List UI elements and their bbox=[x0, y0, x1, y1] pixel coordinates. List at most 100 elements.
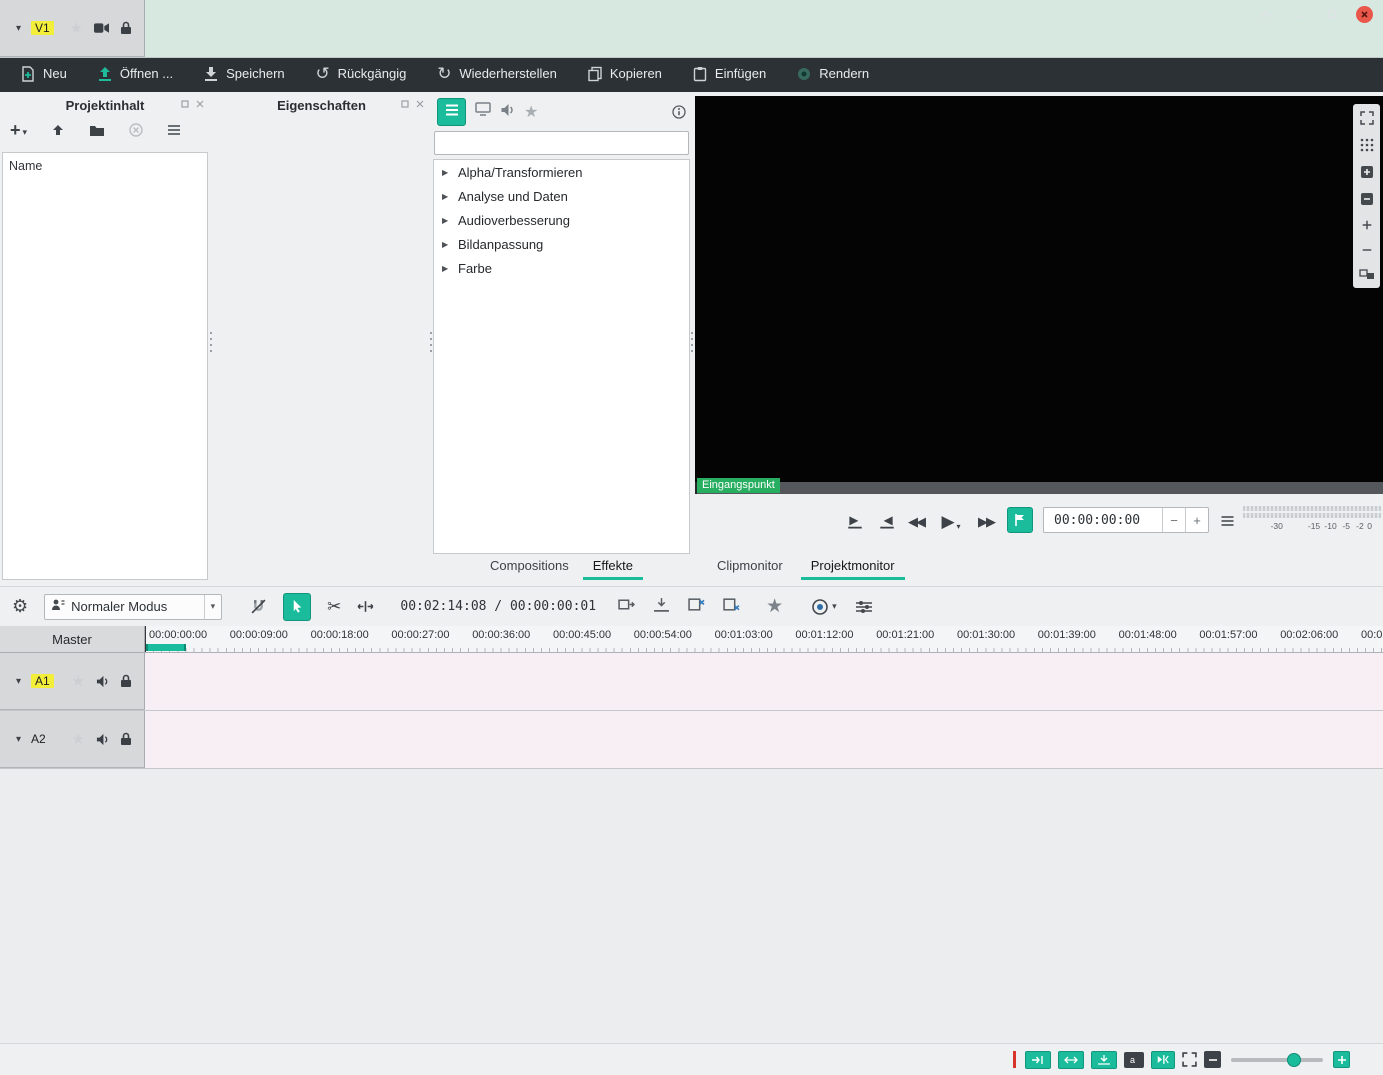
zoom-out-icon[interactable] bbox=[1361, 244, 1373, 256]
expand-icon[interactable]: ▶ bbox=[442, 168, 454, 177]
speaker-icon[interactable] bbox=[96, 675, 109, 688]
expand-icon[interactable]: ▶ bbox=[442, 216, 454, 225]
timecode-decrement-button[interactable]: − bbox=[1162, 508, 1185, 532]
float-panel-icon[interactable] bbox=[181, 100, 189, 108]
timeline-mode-overwrite-button[interactable] bbox=[1058, 1051, 1084, 1069]
timeline-zone-bar[interactable] bbox=[146, 644, 186, 651]
favorite-effects-star-icon[interactable]: ★ bbox=[766, 595, 783, 618]
create-folder-icon[interactable] bbox=[89, 124, 105, 137]
adjust-sliders-icon[interactable] bbox=[855, 600, 873, 614]
zoom-slider[interactable] bbox=[1231, 1052, 1323, 1068]
effect-category[interactable]: ▶Analyse und Daten bbox=[434, 184, 689, 208]
effect-category[interactable]: ▶Bildanpassung bbox=[434, 232, 689, 256]
forward-icon[interactable]: ▶▶ bbox=[971, 510, 1001, 534]
select-tool-button[interactable] bbox=[283, 593, 311, 621]
effect-info-icon[interactable] bbox=[672, 105, 686, 119]
zoom-out-button[interactable] bbox=[1204, 1051, 1221, 1068]
render-button[interactable]: Rendern bbox=[784, 60, 881, 88]
undo-button[interactable]: ↺ Rückgängig bbox=[303, 60, 419, 88]
show-all-effects-button[interactable] bbox=[437, 98, 466, 126]
extract-zone-icon[interactable] bbox=[688, 597, 705, 617]
audio-effects-icon[interactable] bbox=[500, 103, 515, 122]
panel-splitter[interactable] bbox=[210, 332, 212, 334]
speaker-icon[interactable] bbox=[96, 733, 109, 746]
close-panel-icon[interactable] bbox=[196, 100, 204, 108]
video-effects-icon[interactable] bbox=[475, 102, 491, 122]
play-button[interactable]: ▶▾ bbox=[935, 508, 967, 536]
paste-button[interactable]: Einfügen bbox=[680, 60, 778, 88]
dual-monitor-icon[interactable] bbox=[1359, 269, 1375, 281]
fullscreen-icon[interactable] bbox=[1182, 1052, 1197, 1067]
tab-effekte[interactable]: Effekte bbox=[583, 555, 643, 580]
maximize-button[interactable] bbox=[1323, 5, 1341, 23]
track-effects-star-icon[interactable]: ★ bbox=[72, 730, 85, 748]
monitor-seekbar[interactable] bbox=[695, 482, 1383, 494]
set-zone-out-icon[interactable] bbox=[875, 510, 899, 534]
add-marker-button[interactable] bbox=[1007, 507, 1033, 533]
snap-toggle-icon[interactable] bbox=[250, 598, 267, 615]
tab-clipmonitor[interactable]: Clipmonitor bbox=[707, 555, 793, 580]
track-header-a2[interactable]: ▾ A2 ★ bbox=[0, 711, 145, 768]
go-up-icon[interactable] bbox=[51, 123, 65, 137]
new-button[interactable]: Neu bbox=[8, 60, 79, 88]
insert-zone-icon[interactable] bbox=[653, 597, 670, 617]
favorite-effects-icon[interactable]: ★ bbox=[524, 102, 538, 122]
copy-button[interactable]: Kopieren bbox=[575, 60, 674, 88]
expand-icon[interactable]: ▶ bbox=[442, 192, 454, 201]
expand-icon[interactable]: ▶ bbox=[442, 264, 454, 273]
remove-guide-icon[interactable] bbox=[1360, 192, 1374, 206]
fullscreen-icon[interactable] bbox=[1360, 111, 1374, 125]
track-target-label[interactable]: A1 bbox=[31, 674, 54, 688]
save-button[interactable]: Speichern bbox=[191, 60, 297, 88]
set-zone-in-icon[interactable] bbox=[843, 510, 867, 534]
zoom-in-icon[interactable] bbox=[1361, 219, 1373, 231]
effect-category[interactable]: ▶Audioverbesserung bbox=[434, 208, 689, 232]
effects-search-input[interactable] bbox=[434, 131, 689, 155]
tab-compositions[interactable]: Compositions bbox=[480, 555, 579, 580]
collapse-track-icon[interactable]: ▾ bbox=[16, 676, 21, 687]
track-effects-star-icon[interactable]: ★ bbox=[72, 672, 85, 690]
grid-icon[interactable] bbox=[1360, 138, 1374, 152]
lock-track-icon[interactable] bbox=[120, 674, 132, 688]
monitor-timecode[interactable]: 00:00:00:00 bbox=[1044, 508, 1162, 532]
spacer-tool-icon[interactable] bbox=[357, 600, 374, 613]
add-guide-icon[interactable] bbox=[1360, 165, 1374, 179]
minimize-button[interactable] bbox=[1290, 5, 1308, 23]
lock-track-icon[interactable] bbox=[120, 732, 132, 746]
mix-clips-icon[interactable] bbox=[618, 597, 635, 617]
playhead[interactable] bbox=[145, 626, 146, 652]
float-panel-icon[interactable] bbox=[401, 100, 409, 108]
track-lane-a2[interactable] bbox=[145, 711, 1383, 768]
effect-category[interactable]: ▶Alpha/Transformieren bbox=[434, 160, 689, 184]
bin-column-name[interactable]: Name bbox=[3, 153, 207, 177]
delete-clip-icon[interactable] bbox=[129, 123, 143, 137]
expand-icon[interactable]: ▶ bbox=[442, 240, 454, 249]
panel-splitter[interactable] bbox=[430, 332, 432, 334]
open-button[interactable]: Öffnen ... bbox=[85, 60, 185, 88]
edit-mode-select[interactable]: Normaler Modus ▾ bbox=[44, 594, 222, 620]
effect-category[interactable]: ▶Farbe bbox=[434, 256, 689, 280]
collapse-track-icon[interactable]: ▾ bbox=[16, 734, 21, 745]
tab-projektmonitor[interactable]: Projektmonitor bbox=[801, 555, 905, 580]
track-header-a1[interactable]: ▾ A1 ★ bbox=[0, 653, 145, 710]
track-target-label[interactable]: A2 bbox=[31, 732, 46, 746]
timeline-mode-insert-button[interactable] bbox=[1091, 1051, 1117, 1069]
monitor-video-area[interactable] bbox=[695, 96, 1383, 482]
razor-tool-icon[interactable]: ✂ bbox=[327, 597, 341, 617]
audio-thumbnails-toggle-icon[interactable]: a bbox=[1124, 1052, 1144, 1068]
timecode-increment-button[interactable]: + bbox=[1185, 508, 1208, 532]
master-track-button[interactable]: Master bbox=[0, 626, 145, 653]
monitor-menu-icon[interactable] bbox=[1217, 510, 1237, 532]
delete-zone-icon[interactable] bbox=[723, 597, 740, 617]
close-button[interactable] bbox=[1356, 6, 1373, 23]
redo-button[interactable]: ↻ Wiederherstellen bbox=[424, 60, 569, 88]
keep-above-icon[interactable] bbox=[1257, 5, 1275, 23]
close-panel-icon[interactable] bbox=[416, 100, 424, 108]
project-bin-list[interactable]: Name bbox=[2, 152, 208, 580]
timeline-settings-gear-icon[interactable]: ⚙ bbox=[12, 596, 28, 617]
fit-zoom-button[interactable] bbox=[1151, 1051, 1175, 1069]
track-lane-a1[interactable] bbox=[145, 653, 1383, 710]
bin-menu-icon[interactable] bbox=[167, 124, 181, 136]
timeline-mode-normal-button[interactable] bbox=[1025, 1051, 1051, 1069]
scope-color-icon[interactable]: ▾ bbox=[811, 598, 837, 616]
